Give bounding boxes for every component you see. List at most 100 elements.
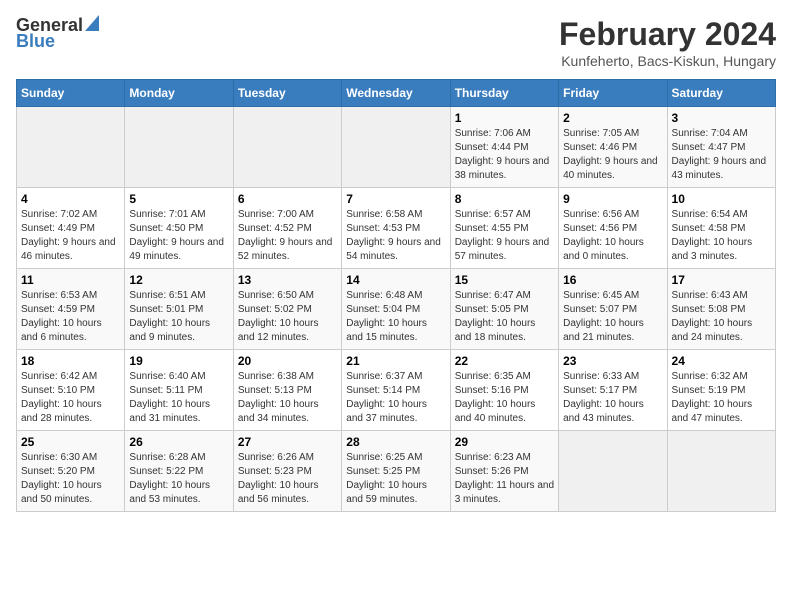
day-number: 1: [455, 111, 554, 125]
calendar-cell: 29 Sunrise: 6:23 AMSunset: 5:26 PMDayligh…: [450, 431, 558, 512]
location-subtitle: Kunfeherto, Bacs-Kiskun, Hungary: [559, 53, 776, 69]
weekday-header: Monday: [125, 80, 233, 107]
calendar-cell: 28 Sunrise: 6:25 AMSunset: 5:25 PMDayligh…: [342, 431, 450, 512]
day-info: Sunrise: 6:54 AMSunset: 4:58 PMDaylight:…: [672, 208, 771, 264]
day-number: 13: [238, 273, 337, 287]
calendar-cell: [17, 107, 125, 188]
calendar-cell: 20 Sunrise: 6:38 AMSunset: 5:13 PMDayligh…: [233, 350, 341, 431]
day-number: 21: [346, 354, 445, 368]
day-info: Sunrise: 7:01 AMSunset: 4:50 PMDaylight:…: [129, 208, 228, 264]
calendar-cell: 3 Sunrise: 7:04 AMSunset: 4:47 PMDaylight…: [667, 107, 775, 188]
calendar-cell: 5 Sunrise: 7:01 AMSunset: 4:50 PMDaylight…: [125, 188, 233, 269]
calendar-cell: 10Sunrise: 6:54 AMSunset: 4:58 PMDayligh…: [667, 188, 775, 269]
weekday-header: Tuesday: [233, 80, 341, 107]
day-info: Sunrise: 7:02 AMSunset: 4:49 PMDaylight:…: [21, 208, 120, 264]
calendar-cell: 19 Sunrise: 6:40 AMSunset: 5:11 PMDayligh…: [125, 350, 233, 431]
day-info: Sunrise: 6:56 AMSunset: 4:56 PMDaylight:…: [563, 208, 662, 264]
day-info: Sunrise: 6:40 AMSunset: 5:11 PMDaylight:…: [129, 370, 228, 426]
day-number: 22: [455, 354, 554, 368]
weekday-header: Sunday: [17, 80, 125, 107]
calendar-cell: [233, 107, 341, 188]
day-info: Sunrise: 6:37 AMSunset: 5:14 PMDaylight:…: [346, 370, 445, 426]
calendar-cell: 12 Sunrise: 6:51 AMSunset: 5:01 PMDayligh…: [125, 269, 233, 350]
day-number: 11: [21, 273, 120, 287]
calendar-body: 1 Sunrise: 7:06 AMSunset: 4:44 PMDaylight…: [17, 107, 776, 512]
calendar-cell: 27 Sunrise: 6:26 AMSunset: 5:23 PMDayligh…: [233, 431, 341, 512]
day-number: 15: [455, 273, 554, 287]
calendar-header: SundayMondayTuesdayWednesdayThursdayFrid…: [17, 80, 776, 107]
calendar-cell: 9 Sunrise: 6:56 AMSunset: 4:56 PMDaylight…: [559, 188, 667, 269]
calendar-cell: 17 Sunrise: 6:43 AMSunset: 5:08 PMDayligh…: [667, 269, 775, 350]
day-number: 16: [563, 273, 662, 287]
calendar-cell: 1 Sunrise: 7:06 AMSunset: 4:44 PMDaylight…: [450, 107, 558, 188]
day-info: Sunrise: 6:51 AMSunset: 5:01 PMDaylight:…: [129, 289, 228, 345]
page-header: General Blue February 2024 Kunfeherto, B…: [16, 16, 776, 69]
day-number: 14: [346, 273, 445, 287]
logo-blue: Blue: [16, 32, 99, 50]
calendar-cell: 6 Sunrise: 7:00 AMSunset: 4:52 PMDaylight…: [233, 188, 341, 269]
weekday-header: Wednesday: [342, 80, 450, 107]
day-info: Sunrise: 6:43 AMSunset: 5:08 PMDaylight:…: [672, 289, 771, 345]
calendar-cell: 2Sunrise: 7:05 AMSunset: 4:46 PMDaylight…: [559, 107, 667, 188]
day-number: 20: [238, 354, 337, 368]
day-number: 29: [455, 435, 554, 449]
calendar-cell: 13 Sunrise: 6:50 AMSunset: 5:02 PMDayligh…: [233, 269, 341, 350]
day-number: 6: [238, 192, 337, 206]
calendar-cell: 4 Sunrise: 7:02 AMSunset: 4:49 PMDaylight…: [17, 188, 125, 269]
day-info: Sunrise: 6:48 AMSunset: 5:04 PMDaylight:…: [346, 289, 445, 345]
calendar-cell: 26 Sunrise: 6:28 AMSunset: 5:22 PMDayligh…: [125, 431, 233, 512]
day-number: 4: [21, 192, 120, 206]
day-number: 7: [346, 192, 445, 206]
calendar-cell: 7 Sunrise: 6:58 AMSunset: 4:53 PMDaylight…: [342, 188, 450, 269]
day-info: Sunrise: 6:26 AMSunset: 5:23 PMDaylight:…: [238, 451, 337, 507]
day-number: 3: [672, 111, 771, 125]
day-info: Sunrise: 7:04 AMSunset: 4:47 PMDaylight:…: [672, 127, 771, 183]
calendar-cell: 23Sunrise: 6:33 AMSunset: 5:17 PMDayligh…: [559, 350, 667, 431]
day-number: 24: [672, 354, 771, 368]
calendar-cell: 8Sunrise: 6:57 AMSunset: 4:55 PMDaylight…: [450, 188, 558, 269]
logo-triangle-icon: [85, 15, 99, 31]
day-number: 19: [129, 354, 228, 368]
calendar-cell: [667, 431, 775, 512]
day-number: 5: [129, 192, 228, 206]
day-info: Sunrise: 6:25 AMSunset: 5:25 PMDaylight:…: [346, 451, 445, 507]
day-info: Sunrise: 6:57 AMSunset: 4:55 PMDaylight:…: [455, 208, 554, 264]
calendar-cell: 14 Sunrise: 6:48 AMSunset: 5:04 PMDayligh…: [342, 269, 450, 350]
day-number: 9: [563, 192, 662, 206]
day-info: Sunrise: 6:50 AMSunset: 5:02 PMDaylight:…: [238, 289, 337, 345]
day-number: 18: [21, 354, 120, 368]
weekday-header: Friday: [559, 80, 667, 107]
weekday-header: Saturday: [667, 80, 775, 107]
title-block: February 2024 Kunfeherto, Bacs-Kiskun, H…: [559, 16, 776, 69]
day-info: Sunrise: 6:53 AMSunset: 4:59 PMDaylight:…: [21, 289, 120, 345]
day-info: Sunrise: 6:32 AMSunset: 5:19 PMDaylight:…: [672, 370, 771, 426]
day-info: Sunrise: 6:33 AMSunset: 5:17 PMDaylight:…: [563, 370, 662, 426]
day-info: Sunrise: 7:00 AMSunset: 4:52 PMDaylight:…: [238, 208, 337, 264]
calendar-cell: 24 Sunrise: 6:32 AMSunset: 5:19 PMDayligh…: [667, 350, 775, 431]
month-title: February 2024: [559, 16, 776, 53]
day-info: Sunrise: 6:42 AMSunset: 5:10 PMDaylight:…: [21, 370, 120, 426]
day-info: Sunrise: 6:58 AMSunset: 4:53 PMDaylight:…: [346, 208, 445, 264]
day-number: 12: [129, 273, 228, 287]
day-info: Sunrise: 6:28 AMSunset: 5:22 PMDaylight:…: [129, 451, 228, 507]
day-info: Sunrise: 6:38 AMSunset: 5:13 PMDaylight:…: [238, 370, 337, 426]
day-number: 28: [346, 435, 445, 449]
day-info: Sunrise: 6:23 AMSunset: 5:26 PMDaylight:…: [455, 451, 554, 507]
day-number: 17: [672, 273, 771, 287]
day-info: Sunrise: 6:30 AMSunset: 5:20 PMDaylight:…: [21, 451, 120, 507]
calendar-cell: 21 Sunrise: 6:37 AMSunset: 5:14 PMDayligh…: [342, 350, 450, 431]
calendar-cell: 16 Sunrise: 6:45 AMSunset: 5:07 PMDayligh…: [559, 269, 667, 350]
day-number: 26: [129, 435, 228, 449]
calendar-cell: 15 Sunrise: 6:47 AMSunset: 5:05 PMDayligh…: [450, 269, 558, 350]
day-number: 27: [238, 435, 337, 449]
weekday-header: Thursday: [450, 80, 558, 107]
calendar-cell: [125, 107, 233, 188]
day-info: Sunrise: 7:05 AMSunset: 4:46 PMDaylight:…: [563, 127, 662, 183]
day-info: Sunrise: 6:45 AMSunset: 5:07 PMDaylight:…: [563, 289, 662, 345]
calendar-cell: 22Sunrise: 6:35 AMSunset: 5:16 PMDayligh…: [450, 350, 558, 431]
day-info: Sunrise: 6:47 AMSunset: 5:05 PMDaylight:…: [455, 289, 554, 345]
calendar-cell: [559, 431, 667, 512]
calendar-cell: 25Sunrise: 6:30 AMSunset: 5:20 PMDayligh…: [17, 431, 125, 512]
day-info: Sunrise: 7:06 AMSunset: 4:44 PMDaylight:…: [455, 127, 554, 183]
logo: General Blue: [16, 16, 99, 50]
